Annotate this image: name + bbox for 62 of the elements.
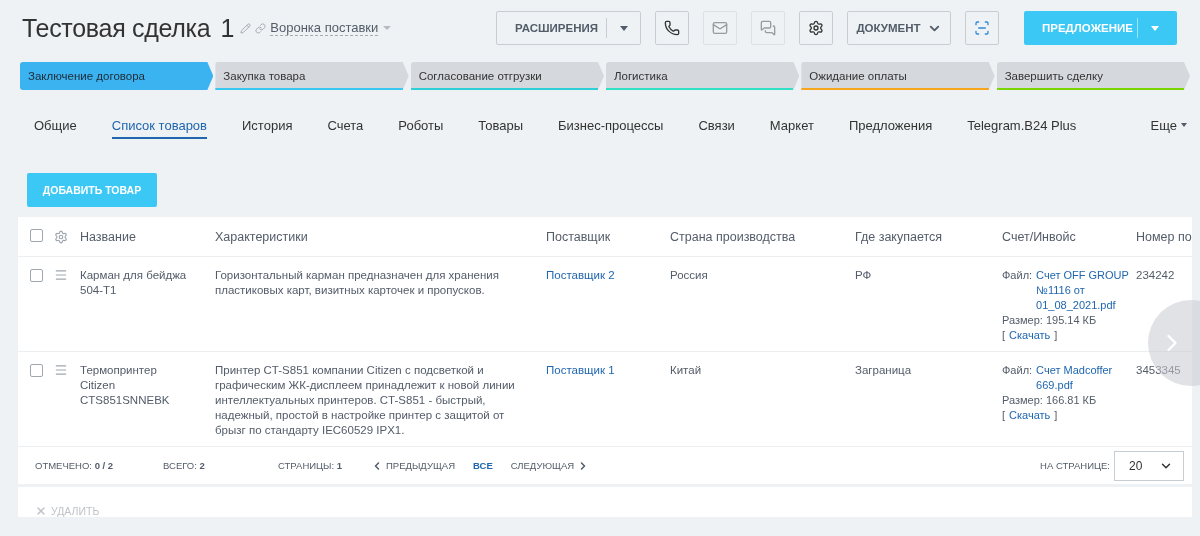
column-header: Характеристики xyxy=(215,229,309,244)
file-label: Файл: xyxy=(1002,268,1033,283)
tab[interactable]: Счета xyxy=(327,117,364,139)
deal-title: Тестовая сделка xyxy=(22,13,211,43)
stage-step[interactable]: Логистика xyxy=(606,62,800,90)
column-header: Счет/Инвойс xyxy=(1002,229,1077,244)
file-size: Размер: 195.14 КБ xyxy=(1002,313,1098,328)
file-label: Файл: xyxy=(1002,363,1033,378)
column-header: Страна производства xyxy=(670,229,797,244)
stage-step[interactable]: Согласование отгрузки xyxy=(410,62,604,90)
table-cell-text: Горизонтальный карман предназначен для хранения пластиковых карт, визитных карточек и пропусков. xyxy=(215,268,500,298)
supplier-link[interactable]: Поставщик 2 xyxy=(546,269,615,281)
total-count: ВСЕГО: 2 xyxy=(163,460,206,471)
file-size: Размер: 166.81 КБ xyxy=(1002,393,1098,408)
table-cell-text: Принтер CT-S851 компании Citizen с подсветкой и графическим ЖК-дисплеем принадлежит к новой линии интеллектуальных принтеров. CT-S851 - быстрый, надежный, простой в настройке принтер с защитой от брызг по стандарту IEC60529 IPX1. xyxy=(215,363,516,438)
tab[interactable]: Бизнес-процессы xyxy=(558,117,664,139)
file-link[interactable]: Счет Madcoffer 669.pdf xyxy=(1036,363,1132,393)
tab[interactable]: Telegram.B24 Plus xyxy=(967,117,1077,139)
stage-step[interactable]: Закупка товара xyxy=(215,62,409,90)
more-tab[interactable]: Еще xyxy=(1150,117,1188,139)
bracket: ] xyxy=(1054,328,1058,343)
tab[interactable]: История xyxy=(242,117,293,139)
table-cell-text: Россия xyxy=(670,268,709,283)
column-header: Номер по xyxy=(1136,229,1192,244)
tab[interactable]: Список товаров xyxy=(111,117,207,139)
supplier-link[interactable]: Поставщик 1 xyxy=(546,364,615,376)
bracket: [ xyxy=(1002,408,1006,423)
file-link[interactable]: Счет OFF GROUP №1116 от 01_08_2021.pdf xyxy=(1036,268,1132,313)
table-cell-text: РФ xyxy=(855,268,873,283)
tab[interactable]: Связи xyxy=(698,117,735,139)
per-page-select[interactable]: 20 xyxy=(1114,450,1184,481)
stage-step[interactable]: Завершить сделку xyxy=(996,62,1190,90)
column-header: Поставщик xyxy=(546,229,612,244)
tab[interactable]: Товары xyxy=(478,117,524,139)
all-link[interactable]: ВСЕ xyxy=(473,460,493,471)
per-page-label: НА СТРАНИЦЕ: xyxy=(1040,460,1110,471)
extensions-button[interactable]: РАСШИРЕНИЯ xyxy=(496,11,641,45)
table-cell-text: 234242 xyxy=(1136,268,1176,283)
tab[interactable]: Роботы xyxy=(398,117,444,139)
download-link[interactable]: Скачать xyxy=(1009,408,1051,423)
table-cell-text: Термопринтер Citizen CTS851SNNEBK xyxy=(80,363,171,408)
bracket: ] xyxy=(1054,408,1058,423)
pipeline-selector[interactable]: Воронка поставки xyxy=(270,20,379,36)
table-cell-text: Карман для бейджа 504-Т1 xyxy=(80,268,188,298)
deal-number: 1 xyxy=(220,13,235,43)
table-cell-text: Заграница xyxy=(855,363,913,378)
bracket: [ xyxy=(1002,328,1006,343)
stage-step[interactable]: Ожидание оплаты xyxy=(801,62,995,90)
next-link[interactable]: СЛЕДУЮЩАЯ xyxy=(510,459,590,472)
download-link[interactable]: Скачать xyxy=(1009,328,1051,343)
column-header: Название xyxy=(80,229,137,244)
selected-count: ОТМЕЧЕНО: 0 / 2 xyxy=(35,460,115,471)
stage-step[interactable]: Заключение договора xyxy=(20,62,214,90)
column-header: Где закупается xyxy=(855,229,944,244)
tab[interactable]: Предложения xyxy=(848,117,933,139)
document-button[interactable]: ДОКУМЕНТ xyxy=(847,11,951,45)
table-cell-text: 3453345 xyxy=(1136,363,1182,378)
table-cell-text: Китай xyxy=(670,363,703,378)
pages-count: СТРАНИЦЫ: 1 xyxy=(278,460,344,471)
tab[interactable]: Маркет xyxy=(769,117,814,139)
previous-link[interactable]: ПРЕДЫДУЩАЯ xyxy=(371,459,456,472)
tab[interactable]: Общие xyxy=(34,117,77,139)
